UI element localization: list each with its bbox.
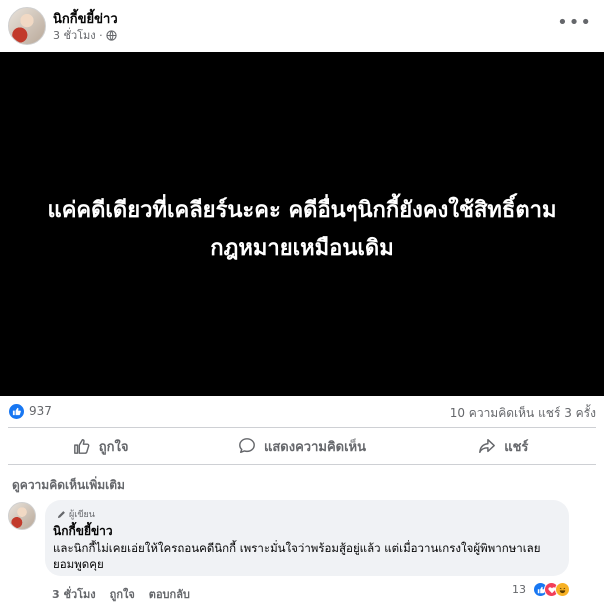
comment-reaction-count: 13 [512,583,526,596]
like-button[interactable]: ถูกใจ [0,431,201,461]
post-meta: 3 ชั่วโมง · [53,26,117,44]
comment-reply-button[interactable]: ตอบกลับ [149,585,190,603]
comment-bubble: ผู้เขียน นิกกี้ขยี้ข่าว และนิกกี้ไม่เคยเ… [45,500,569,576]
comment-author-name[interactable]: นิกกี้ขยี้ข่าว [53,522,113,541]
share-button-label: แชร์ [504,439,529,455]
comment-text: และนิกกี้ไม่เคยเอ่ยให้ใครถอนคดีนิกกี้ เพ… [53,541,541,571]
post-stats: 937 10 ความคิดเห็น แชร์ 3 ครั้ง [0,396,604,426]
pencil-icon [57,510,65,518]
globe-icon [106,29,117,41]
post-image[interactable]: แค่คดีเดียวที่เคลียร์นะคะ คดีอื่นๆนิกกี้… [0,52,604,396]
comments-shares-count[interactable]: 10 ความคิดเห็น แชร์ 3 ครั้ง [450,404,596,423]
like-reaction-icon[interactable] [9,404,24,419]
actions-divider [8,464,596,465]
share-button[interactable]: แชร์ [403,431,604,461]
post-header: นิกกี้ขยี้ข่าว 3 ชั่วโมง · ••• [0,0,604,52]
post-image-text: แค่คดีเดียวที่เคลียร์นะคะ คดีอื่นๆนิกกี้… [47,198,557,261]
comment-button[interactable]: แสดงความคิดเห็น [201,431,402,461]
author-avatar[interactable] [8,7,46,45]
comment-like-button[interactable]: ถูกใจ [110,585,135,603]
author-badge: ผู้เขียน [57,507,95,521]
like-button-label: ถูกใจ [98,439,129,455]
view-more-comments-link[interactable]: ดูความคิดเห็นเพิ่มเติม [12,476,125,495]
comment-icon [239,438,255,454]
comment-footer: 3 ชั่วโมง ถูกใจ ตอบกลับ [52,585,190,603]
post-time[interactable]: 3 ชั่วโมง · [53,26,103,44]
like-count[interactable]: 937 [29,404,52,418]
comment-time[interactable]: 3 ชั่วโมง [52,585,96,603]
author-badge-label: ผู้เขียน [69,510,95,520]
stats-divider [8,427,596,428]
thumbs-up-icon [73,438,90,454]
comment-reactions[interactable]: 13 [512,582,570,597]
haha-reaction-icon [555,582,570,597]
share-icon [479,438,496,454]
comment-author-avatar[interactable] [8,502,36,530]
more-options-icon[interactable]: ••• [557,12,592,33]
comment-button-label: แสดงความคิดเห็น [263,439,366,455]
post-actions: ถูกใจ แสดงความคิดเห็น แชร์ [0,431,604,461]
